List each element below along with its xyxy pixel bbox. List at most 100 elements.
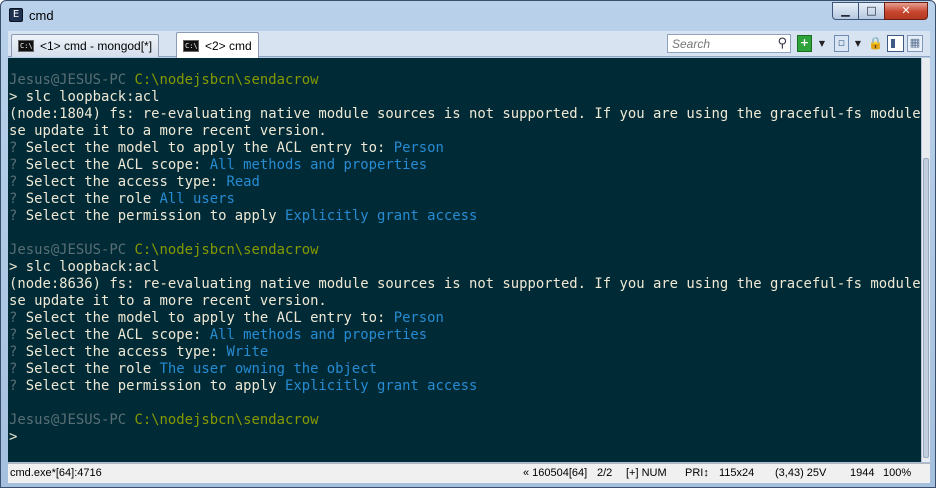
- console-user: Jesus@JESUS-PC: [9, 412, 135, 428]
- console-text: ?: [9, 140, 26, 156]
- tab-console-1[interactable]: C:\ <1> cmd - mongod[*]: [11, 34, 160, 57]
- vertical-scrollbar[interactable]: [921, 58, 930, 462]
- console-text: ?: [9, 327, 26, 343]
- console-line: ? Select the permission to apply Explici…: [9, 208, 477, 225]
- console-text: Select the model to apply the ACL entry …: [25, 140, 394, 156]
- status-bar: cmd.exe*[64]:4716 « 160504[64] 2/2 [+] N…: [8, 463, 930, 483]
- close-button[interactable]: ✕: [884, 2, 928, 20]
- console-text: ?: [9, 344, 26, 360]
- lock-icon[interactable]: 🔒: [868, 35, 883, 52]
- console-text: Select the role: [25, 191, 160, 207]
- console-text: > slc loopback:acl: [9, 259, 160, 275]
- console-answer: Explicitly grant access: [284, 208, 478, 224]
- console-icon: C:\: [18, 40, 34, 52]
- console-line: (node:8636) fs: re-evaluating native mod…: [9, 276, 921, 293]
- console-text: se update it to a more recent version.: [9, 123, 327, 139]
- console-line: Jesus@JESUS-PC C:\nodejsbcn\sendacrow: [9, 412, 318, 429]
- console-line: ? Select the role All users: [9, 191, 235, 208]
- console-answer: The user owning the object: [159, 361, 377, 377]
- status-flags[interactable]: [+] NUM: [626, 467, 667, 479]
- console-text: Select the permission to apply: [25, 378, 285, 394]
- console-line: ? Select the ACL scope: All methods and …: [9, 157, 427, 174]
- console-answer: Explicitly grant access: [284, 378, 478, 394]
- console-line: ? Select the role The user owning the ob…: [9, 361, 377, 378]
- window-title: cmd: [29, 8, 54, 23]
- console-line: > slc loopback:acl: [9, 259, 160, 276]
- console-text: > slc loopback:acl: [9, 89, 160, 105]
- view-icon[interactable]: ▫: [834, 35, 849, 52]
- console-line: >: [9, 429, 17, 446]
- tab-label: <2> cmd: [205, 38, 252, 53]
- window-controls: ▁ □ ✕: [832, 2, 928, 20]
- tab-bar: C:\ <1> cmd - mongod[*] C:\ <2> cmd ⚲ + …: [8, 31, 930, 58]
- status-process[interactable]: cmd.exe*[64]:4716: [10, 467, 102, 479]
- console-line: ? Select the access type: Write: [9, 344, 268, 361]
- console-text: >: [9, 429, 18, 445]
- console-text: Select the ACL scope:: [25, 327, 210, 343]
- console-text: (node:8636) fs: re-evaluating native mod…: [9, 276, 921, 292]
- console-line: ? Select the access type: Read: [9, 174, 260, 191]
- console-text: Select the permission to apply: [25, 208, 285, 224]
- console-output[interactable]: Jesus@JESUS-PC C:\nodejsbcn\sendacrow > s…: [8, 58, 921, 462]
- console-line: Jesus@JESUS-PC C:\nodejsbcn\sendacrow: [9, 72, 318, 89]
- console-answer: Read: [226, 174, 260, 190]
- console-line: Jesus@JESUS-PC C:\nodejsbcn\sendacrow: [9, 242, 318, 259]
- console-path: C:\nodejsbcn\sendacrow: [134, 412, 319, 428]
- status-priority[interactable]: PRI↕: [685, 467, 709, 479]
- console-text: Select the access type:: [25, 344, 227, 360]
- console-user: Jesus@JESUS-PC: [9, 242, 135, 258]
- console-text: Select the model to apply the ACL entry …: [25, 310, 394, 326]
- console-line: se update it to a more recent version.: [9, 293, 327, 310]
- console-answer: All methods and properties: [209, 157, 428, 173]
- chevron-down-icon[interactable]: ▼: [817, 35, 827, 52]
- console-line: > slc loopback:acl: [9, 89, 160, 106]
- search-icon[interactable]: ⚲: [777, 36, 787, 51]
- console-text: ?: [9, 191, 26, 207]
- chevron-down-icon[interactable]: ▼: [853, 35, 863, 52]
- console-line: se update it to a more recent version.: [9, 123, 327, 140]
- minimize-button[interactable]: ▁: [832, 2, 859, 20]
- status-cursor[interactable]: (3,43) 25V: [775, 467, 826, 479]
- console-line: ? Select the ACL scope: All methods and …: [9, 327, 427, 344]
- console-text: se update it to a more recent version.: [9, 293, 327, 309]
- console-window: E cmd ▁ □ ✕ C:\ <1> cmd - mongod[*] C:\ …: [0, 0, 936, 488]
- status-size[interactable]: 115x24: [719, 467, 754, 479]
- maximize-button[interactable]: □: [858, 2, 885, 20]
- console-text: ?: [9, 157, 26, 173]
- console-user: Jesus@JESUS-PC: [9, 72, 135, 88]
- console-text: ?: [9, 208, 26, 224]
- console-answer: All users: [159, 191, 235, 207]
- status-console-index[interactable]: 2/2: [597, 467, 612, 479]
- console-icon[interactable]: E: [9, 8, 23, 22]
- scrollbar-thumb[interactable]: [923, 158, 929, 458]
- tab-label: <1> cmd - mongod[*]: [40, 39, 153, 53]
- console-answer: Person: [393, 310, 444, 326]
- search-box: ⚲: [667, 34, 791, 53]
- console-path: C:\nodejsbcn\sendacrow: [134, 242, 319, 258]
- console-answer: All methods and properties: [209, 327, 428, 343]
- console-text: Select the ACL scope:: [25, 157, 210, 173]
- new-console-plus-icon[interactable]: +: [797, 35, 812, 52]
- title-bar[interactable]: E cmd ▁ □ ✕: [1, 1, 935, 31]
- console-text: Select the access type:: [25, 174, 227, 190]
- status-zoom[interactable]: 100%: [883, 467, 911, 479]
- status-pid[interactable]: 1944: [850, 467, 874, 479]
- status-buffer[interactable]: « 160504[64]: [523, 467, 587, 479]
- console-text: ?: [9, 378, 26, 394]
- console-text: ?: [9, 174, 26, 190]
- console-icon: C:\: [183, 39, 199, 52]
- console-line: ? Select the permission to apply Explici…: [9, 378, 477, 395]
- console-text: Select the role: [25, 361, 160, 377]
- console-text: ?: [9, 361, 26, 377]
- console-text: (node:1804) fs: re-evaluating native mod…: [9, 106, 921, 122]
- console-line: ? Select the model to apply the ACL entr…: [9, 310, 444, 327]
- console-answer: Person: [393, 140, 444, 156]
- panel-icon[interactable]: [887, 35, 904, 52]
- grid-icon[interactable]: ▦: [907, 35, 923, 52]
- console-line: ? Select the model to apply the ACL entr…: [9, 140, 444, 157]
- tab-console-2[interactable]: C:\ <2> cmd: [176, 32, 259, 58]
- console-text: ?: [9, 310, 26, 326]
- console-line: (node:1804) fs: re-evaluating native mod…: [9, 106, 921, 123]
- console-answer: Write: [226, 344, 269, 360]
- search-input[interactable]: [668, 35, 768, 52]
